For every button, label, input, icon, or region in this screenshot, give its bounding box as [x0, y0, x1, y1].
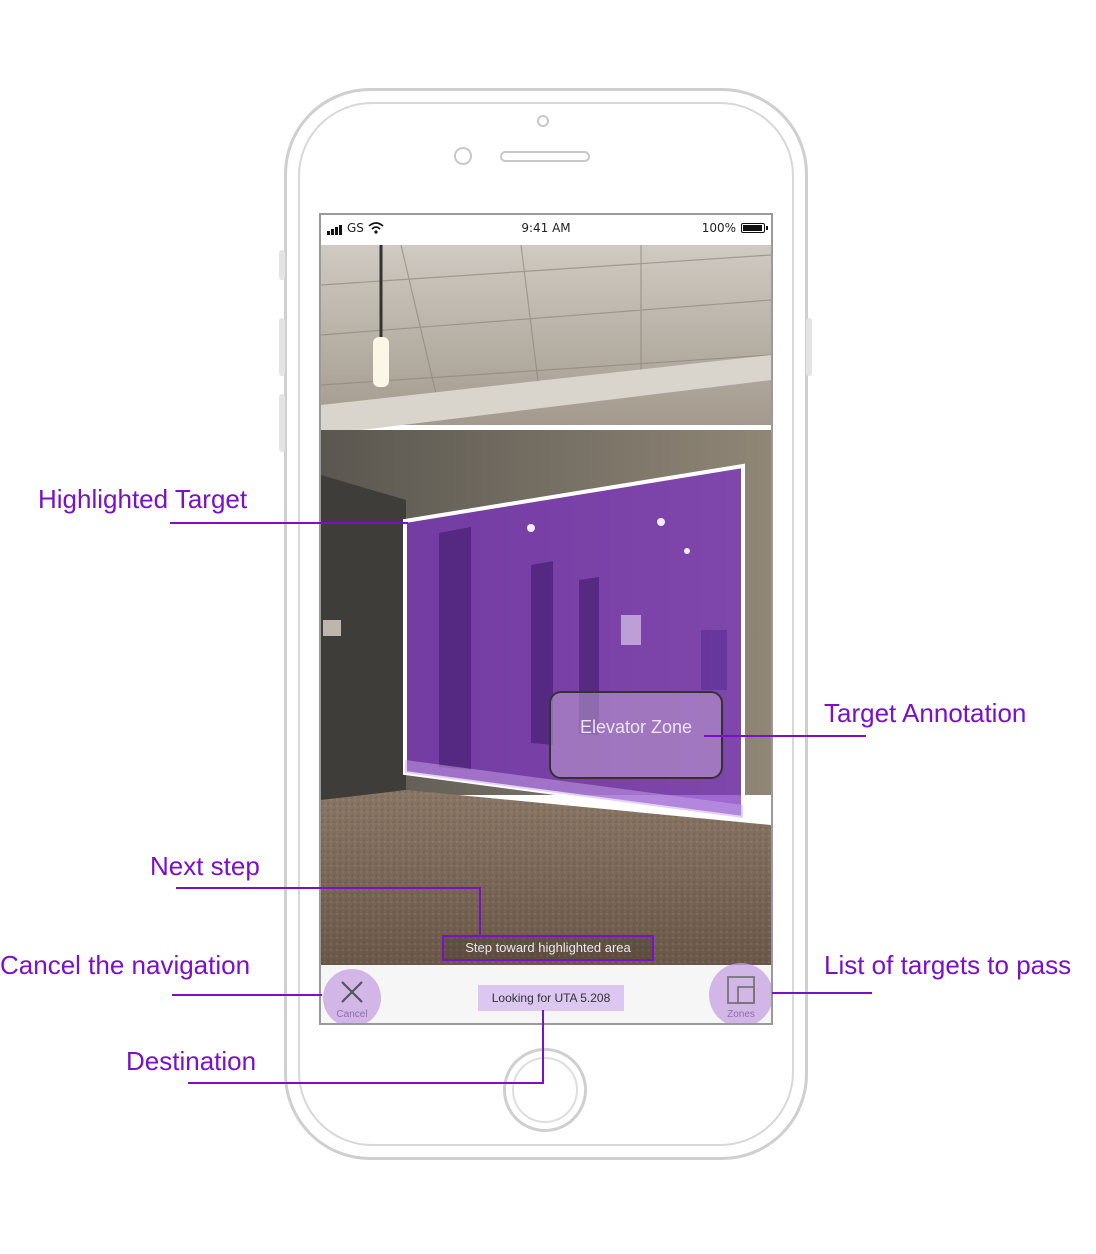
leader-target-annotation	[704, 735, 866, 737]
volume-down-button	[279, 394, 285, 452]
target-annotation[interactable]: Elevator Zone	[549, 691, 723, 779]
callout-next-step: Next step	[150, 851, 260, 881]
callout-list-of-targets: List of targets to pass	[824, 950, 1072, 980]
home-button[interactable]	[503, 1048, 587, 1132]
zones-button[interactable]: Zones	[709, 963, 771, 1023]
leader-next-step-v	[479, 887, 481, 937]
battery-percent: 100%	[701, 221, 736, 235]
leader-next-step-h	[176, 887, 481, 889]
dark-column	[321, 475, 406, 805]
leader-destination-v	[542, 1010, 544, 1084]
battery-icon	[741, 223, 768, 233]
callout-highlighted-target: Highlighted Target	[38, 484, 248, 514]
close-icon	[341, 981, 363, 1003]
navigation-bottom-bar: Cancel Looking for UTA 5.208 Zones	[321, 963, 771, 1023]
leader-list-of-targets	[772, 992, 872, 994]
mute-switch	[279, 250, 285, 280]
callout-destination: Destination	[126, 1046, 257, 1076]
next-step-banner: Step toward highlighted area	[442, 935, 654, 961]
status-right: 100%	[701, 221, 768, 235]
proximity-sensor	[454, 147, 472, 165]
callout-target-annotation: Target Annotation	[824, 698, 1027, 728]
pendant-light	[373, 337, 389, 387]
cancel-button[interactable]: Cancel	[323, 969, 381, 1023]
zones-label: Zones	[727, 1009, 755, 1020]
status-bar: GS 9:41 AM 100%	[321, 215, 771, 245]
column-sign	[323, 620, 341, 636]
callout-cancel-navigation: Cancel the navigation	[0, 950, 251, 980]
destination-label: Looking for UTA 5.208	[478, 985, 624, 1011]
zones-list-icon	[727, 976, 755, 1004]
ar-camera-view[interactable]	[321, 245, 771, 965]
phone-screen: GS 9:41 AM 100% Elevator Zone Step towar…	[319, 213, 773, 1025]
volume-up-button	[279, 318, 285, 376]
leader-highlighted-target	[170, 522, 408, 524]
power-button	[806, 318, 812, 376]
earpiece-speaker	[500, 151, 590, 162]
leader-destination-h	[188, 1082, 544, 1084]
leader-cancel-navigation	[172, 994, 322, 996]
cancel-label: Cancel	[336, 1009, 368, 1020]
front-camera	[537, 115, 549, 127]
